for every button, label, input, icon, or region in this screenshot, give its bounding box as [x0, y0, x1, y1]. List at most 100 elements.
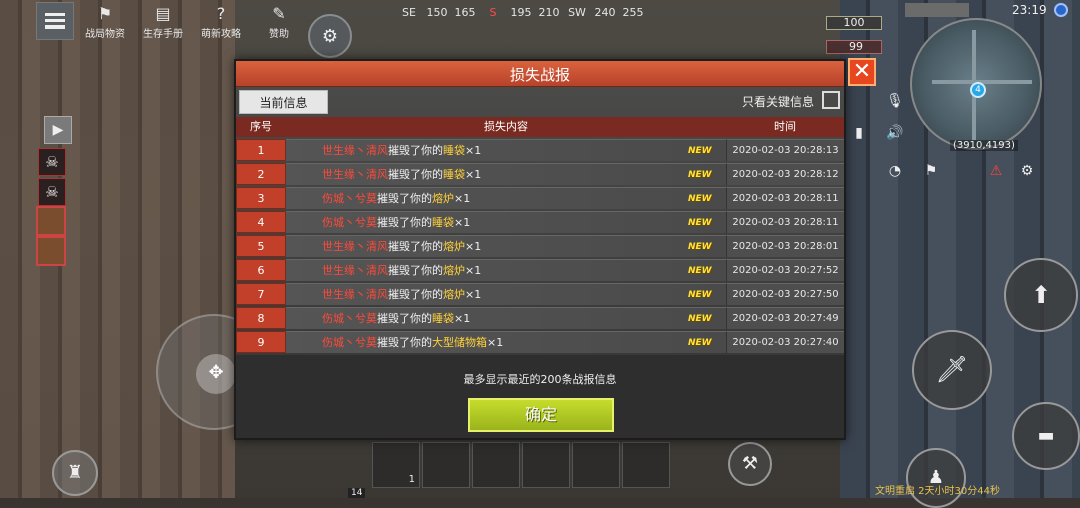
skull-icon[interactable]: ☠	[38, 178, 66, 206]
row-content: 伤城丶兮莫摧毁了你的熔炉×1 NEW	[286, 187, 726, 209]
attacker-name: 世生缘丶清风	[322, 144, 388, 157]
row-content: 伤城丶兮莫摧毁了你的睡袋×1 NEW	[286, 307, 726, 329]
row-index: 4	[236, 211, 286, 233]
item-name: 熔炉	[443, 240, 465, 253]
row-index: 3	[236, 187, 286, 209]
row-time: 2020-02-03 20:27:40	[726, 331, 844, 353]
attacker-name: 世生缘丶清风	[322, 264, 388, 277]
new-badge: NEW	[688, 242, 712, 252]
column-index: 序号	[250, 120, 272, 133]
weapon-button[interactable]: ▬	[1012, 402, 1080, 470]
slot-count: 1	[408, 474, 415, 485]
attack-button[interactable]: 🗡	[912, 330, 992, 410]
jump-button[interactable]: ⬆	[1004, 258, 1078, 332]
new-badge: NEW	[688, 314, 712, 324]
table-row[interactable]: 1 世生缘丶清风摧毁了你的睡袋×1 NEW 2020-02-03 20:28:1…	[236, 139, 844, 161]
item-quantity: ×1	[487, 336, 504, 349]
row-index: 2	[236, 163, 286, 185]
menu-button[interactable]	[36, 2, 74, 40]
attacker-name: 伤城丶兮莫	[322, 336, 377, 349]
table-row[interactable]: 3 伤城丶兮莫摧毁了你的熔炉×1 NEW 2020-02-03 20:28:11	[236, 187, 844, 209]
new-badge: NEW	[688, 266, 712, 276]
hotbar: 1	[372, 442, 670, 488]
attacker-name: 伤城丶兮莫	[322, 216, 377, 229]
compass-mark: SW	[568, 6, 586, 19]
compass-mark: 210	[538, 6, 560, 19]
map-settings-button[interactable]: ⚙	[308, 14, 352, 58]
row-content: 世生缘丶清风摧毁了你的睡袋×1 NEW	[286, 163, 726, 185]
row-index: 6	[236, 259, 286, 281]
table-row[interactable]: 9 伤城丶兮莫摧毁了你的大型储物箱×1 NEW 2020-02-03 20:27…	[236, 331, 844, 353]
phone-icon[interactable]: ▮	[848, 122, 870, 144]
dialog-title: 损失战报	[509, 66, 570, 84]
mic-icon[interactable]: 🎙	[884, 90, 906, 112]
hotbar-slot[interactable]	[422, 442, 470, 488]
table-row[interactable]: 6 世生缘丶清风摧毁了你的熔炉×1 NEW 2020-02-03 20:27:5…	[236, 259, 844, 281]
minimap[interactable]: 4	[910, 18, 1042, 150]
hotbar-slot[interactable]	[522, 442, 570, 488]
confirm-button[interactable]: 确定	[468, 398, 614, 432]
close-button[interactable]: ✕	[848, 58, 876, 86]
signal-icon[interactable]: ◔	[884, 160, 906, 182]
top-item-supplies[interactable]: ⚑ 战局物资	[78, 2, 132, 41]
hotbar-slot[interactable]	[622, 442, 670, 488]
action-text: 摧毁了你的	[388, 288, 443, 301]
play-button[interactable]: ▶	[44, 116, 72, 144]
top-item-handbook[interactable]: ▤ 生存手册	[136, 2, 190, 41]
crouch-button[interactable]: ♟	[906, 448, 966, 508]
loss-report-dialog: 损失战报 当前信息 只看关键信息 序号 损失内容 时间 1 世生缘丶清风摧毁了你…	[234, 59, 846, 440]
level-indicator: 14	[348, 488, 366, 498]
table-header: 序号 损失内容 时间	[236, 117, 844, 137]
row-time: 2020-02-03 20:28:12	[726, 163, 844, 185]
item-name: 睡袋	[432, 312, 454, 325]
row-time: 2020-02-03 20:27:50	[726, 283, 844, 305]
player-marker: 4	[970, 82, 986, 98]
hotbar-slot[interactable]: 1	[372, 442, 420, 488]
knife-icon: 🗡	[935, 355, 969, 385]
table-row[interactable]: 8 伤城丶兮莫摧毁了你的睡袋×1 NEW 2020-02-03 20:27:49	[236, 307, 844, 329]
skull-icon[interactable]: ☠	[38, 148, 66, 176]
table-row[interactable]: 5 世生缘丶清风摧毁了你的熔炉×1 NEW 2020-02-03 20:28:0…	[236, 235, 844, 257]
row-index: 9	[236, 331, 286, 353]
table-row[interactable]: 7 世生缘丶清风摧毁了你的熔炉×1 NEW 2020-02-03 20:27:5…	[236, 283, 844, 305]
clock: 23:19	[1012, 3, 1047, 17]
action-text: 摧毁了你的	[388, 168, 443, 181]
build-button[interactable]: ⚒	[728, 442, 772, 486]
backpack-button[interactable]: ♜	[52, 450, 98, 496]
table-row[interactable]: 2 世生缘丶清风摧毁了你的睡袋×1 NEW 2020-02-03 20:28:1…	[236, 163, 844, 185]
help-icon: ?	[216, 4, 226, 23]
top-item-guide[interactable]: ? 萌新攻略	[194, 2, 248, 41]
book-icon: ▤	[155, 4, 171, 23]
arrow-up-icon: ⬆	[1030, 281, 1052, 309]
action-text: 摧毁了你的	[377, 216, 432, 229]
hunger-bar: 99	[826, 40, 882, 54]
hotbar-slot[interactable]	[472, 442, 520, 488]
new-badge: NEW	[688, 194, 712, 204]
tab-current-info[interactable]: 当前信息	[239, 90, 328, 114]
table-row[interactable]: 4 伤城丶兮莫摧毁了你的睡袋×1 NEW 2020-02-03 20:28:11	[236, 211, 844, 233]
move-arrows-icon[interactable]: ✥	[196, 354, 236, 394]
item-quantity: ×1	[465, 144, 482, 157]
attacker-name: 世生缘丶清风	[322, 168, 388, 181]
column-time: 时间	[774, 120, 796, 133]
compass-mark: S	[489, 6, 497, 19]
bottom-notice: 文明重启 2天小时30分44秒	[875, 486, 1000, 497]
row-index: 5	[236, 235, 286, 257]
item-quantity: ×1	[465, 168, 482, 181]
row-time: 2020-02-03 20:27:52	[726, 259, 844, 281]
warning-icon[interactable]: ⚠	[985, 160, 1007, 182]
teammate-avatar[interactable]	[36, 236, 66, 266]
speaker-icon[interactable]: 🔊	[884, 122, 906, 144]
top-item-sponsor[interactable]: ✎ 赞助	[252, 2, 306, 41]
hotbar-slot[interactable]	[572, 442, 620, 488]
row-content: 世生缘丶清风摧毁了你的熔炉×1 NEW	[286, 259, 726, 281]
report-rows: 1 世生缘丶清风摧毁了你的睡袋×1 NEW 2020-02-03 20:28:1…	[236, 139, 844, 355]
item-quantity: ×1	[454, 192, 471, 205]
key-info-checkbox[interactable]	[822, 91, 840, 109]
top-menu-bar: ⚑ 战局物资 ▤ 生存手册 ? 萌新攻略 ✎ 赞助	[36, 2, 306, 40]
row-content: 伤城丶兮莫摧毁了你的大型储物箱×1 NEW	[286, 331, 726, 353]
flag-icon[interactable]: ⚑	[920, 160, 942, 182]
teammate-avatar[interactable]	[36, 206, 66, 236]
settings-icon[interactable]: ⚙	[1016, 160, 1038, 182]
row-time: 2020-02-03 20:28:13	[726, 139, 844, 161]
